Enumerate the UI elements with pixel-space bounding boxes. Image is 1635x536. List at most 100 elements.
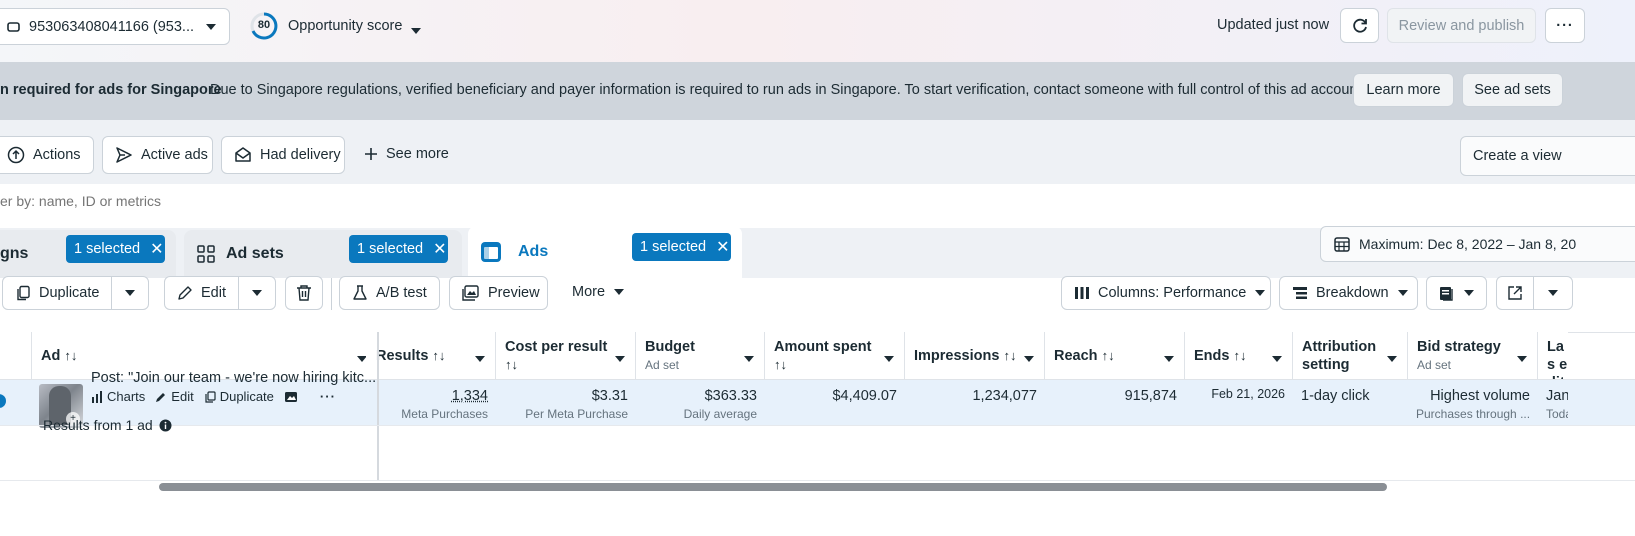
ad-sets-selected-pill[interactable]: 1 selected ✕ [349, 235, 448, 263]
table-bottom-border [0, 480, 1635, 481]
duplicate-dropdown-button[interactable] [111, 276, 149, 310]
ads-selected-pill[interactable]: 1 selected ✕ [632, 233, 731, 261]
column-header-bid-strategy[interactable]: Bid strategy Ad set [1408, 332, 1538, 380]
column-header-cost-per-result[interactable]: Cost per result ↑↓ [496, 332, 636, 380]
ab-test-button[interactable]: A/B test [339, 276, 440, 310]
envelope-icon [234, 146, 252, 164]
column-header-reach[interactable]: Reach ↑↓ [1045, 332, 1185, 380]
reports-button[interactable] [1426, 276, 1487, 310]
column-header-attribution[interactable]: Attribution setting [1293, 332, 1408, 380]
updated-status: Updated just now [1217, 17, 1330, 33]
review-and-publish-button[interactable]: Review and publish [1387, 8, 1536, 43]
ads-pill-label: 1 selected [640, 239, 707, 255]
account-label: 953063408041166 (953... [29, 18, 195, 35]
chevron-down-icon[interactable] [744, 350, 754, 368]
column-header-impressions[interactable]: Impressions ↑↓ [905, 332, 1045, 380]
cell-attribution: 1-day click [1293, 380, 1408, 425]
campaigns-selected-pill[interactable]: 1 selected ✕ [66, 235, 165, 263]
sort-icon[interactable]: ↑↓ [1102, 348, 1115, 363]
sort-icon[interactable]: ↑↓ [432, 348, 445, 363]
chevron-down-icon[interactable] [1024, 350, 1034, 368]
results-footer-label: Results from 1 ad [43, 417, 153, 433]
breakdown-button[interactable]: Breakdown [1279, 276, 1418, 310]
chevron-down-icon [613, 288, 625, 296]
chevron-down-icon[interactable] [1387, 350, 1397, 368]
charts-link[interactable]: Charts [91, 389, 145, 404]
sort-icon[interactable]: ↑↓ [1233, 348, 1246, 363]
duplicate-button[interactable]: Duplicate [2, 276, 112, 310]
chevron-down-icon[interactable] [884, 350, 894, 368]
opportunity-score[interactable]: 80 Opportunity score [250, 12, 430, 42]
row-duplicate-label: Duplicate [219, 389, 274, 404]
see-ad-sets-button[interactable]: See ad sets [1462, 73, 1563, 107]
create-view-label: Create a view [1473, 148, 1562, 164]
see-more-button[interactable]: See more [364, 146, 449, 162]
column-header-budget[interactable]: Budget Ad set [636, 332, 765, 380]
close-icon[interactable]: ✕ [716, 237, 729, 257]
create-view-button[interactable]: Create a view [1460, 136, 1635, 176]
refresh-icon [1351, 17, 1369, 35]
chevron-down-icon[interactable] [475, 350, 485, 368]
attribution-value: 1-day click [1301, 388, 1370, 404]
learn-more-button[interactable]: Learn more [1353, 73, 1454, 107]
columns-button[interactable]: Columns: Performance [1061, 276, 1271, 310]
refresh-button[interactable] [1340, 8, 1379, 43]
more-options-button[interactable]: ··· [1545, 8, 1585, 43]
search-input[interactable] [0, 188, 900, 214]
row-edit-link[interactable]: Edit [155, 389, 194, 404]
chevron-down-icon [410, 22, 422, 38]
edit-dropdown-button[interactable] [238, 276, 276, 310]
column-header-last-edit[interactable]: Las edit [1538, 332, 1568, 380]
more-icon[interactable]: ··· [320, 389, 336, 404]
account-selector[interactable]: 953063408041166 (953... [0, 8, 230, 45]
columns-icon [1074, 286, 1090, 300]
chevron-down-icon[interactable] [1517, 350, 1527, 368]
breakdown-icon [1292, 286, 1308, 300]
column-header-amount-spent[interactable]: Amount spent ↑↓ [765, 332, 905, 380]
column-budget-label: Budget [645, 339, 695, 355]
image-preview-icon[interactable] [284, 391, 298, 403]
filter-had-delivery[interactable]: Had delivery [221, 136, 345, 174]
preview-button[interactable]: Preview [449, 276, 548, 310]
filter-actions[interactable]: Actions [0, 136, 94, 174]
sort-icon[interactable]: ↑↓ [774, 357, 787, 372]
row-duplicate-link[interactable]: Duplicate [204, 389, 274, 404]
chevron-down-icon[interactable] [615, 350, 625, 368]
edit-label: Edit [201, 285, 226, 301]
filter-active-ads[interactable]: Active ads [102, 136, 213, 174]
info-icon[interactable] [159, 419, 172, 432]
chevron-down-icon [1547, 289, 1559, 297]
preview-label: Preview [488, 285, 540, 301]
horizontal-scrollbar[interactable] [159, 483, 1387, 491]
more-label: More [572, 284, 606, 300]
ad-name-link[interactable]: Post: "Join our team - we're now hiring … [91, 370, 376, 386]
score-label: Opportunity score [288, 18, 403, 34]
budget-value[interactable]: $363.33 [644, 387, 757, 405]
chevron-down-icon[interactable] [1164, 350, 1174, 368]
column-header-ends[interactable]: Ends ↑↓ [1185, 332, 1293, 380]
chevron-down-icon [205, 23, 217, 31]
close-icon[interactable]: ✕ [150, 239, 163, 259]
more-button[interactable]: More [572, 284, 625, 300]
filter-active-ads-label: Active ads [141, 147, 208, 163]
delete-button[interactable] [285, 276, 323, 310]
ends-value: Feb 21, 2026 [1211, 387, 1285, 401]
export-button[interactable] [1496, 276, 1534, 310]
close-icon[interactable]: ✕ [433, 239, 446, 259]
date-range-picker[interactable]: Maximum: Dec 8, 2022 – Jan 8, 20 [1320, 226, 1635, 262]
send-icon [115, 146, 133, 164]
duplicate-icon [204, 390, 216, 403]
sort-icon[interactable]: ↑↓ [1003, 348, 1016, 363]
column-header-results[interactable]: Results ↑↓ [366, 332, 496, 380]
sort-icon[interactable]: ↑↓ [64, 348, 77, 363]
tab-ad-sets-label: Ad sets [226, 245, 284, 262]
edit-button[interactable]: Edit [164, 276, 239, 310]
tab-ads-label: Ads [518, 243, 549, 260]
results-value[interactable]: 1,334 [387, 387, 488, 405]
sort-icon[interactable]: ↑↓ [505, 357, 518, 372]
export-dropdown-button[interactable] [1533, 276, 1573, 310]
date-range-label: Maximum: Dec 8, 2022 – Jan 8, 20 [1359, 236, 1577, 252]
bid-value: Highest volume [1430, 388, 1530, 404]
banner-message: Due to Singapore regulations, verified b… [210, 82, 1366, 98]
chevron-down-icon[interactable] [1272, 350, 1282, 368]
